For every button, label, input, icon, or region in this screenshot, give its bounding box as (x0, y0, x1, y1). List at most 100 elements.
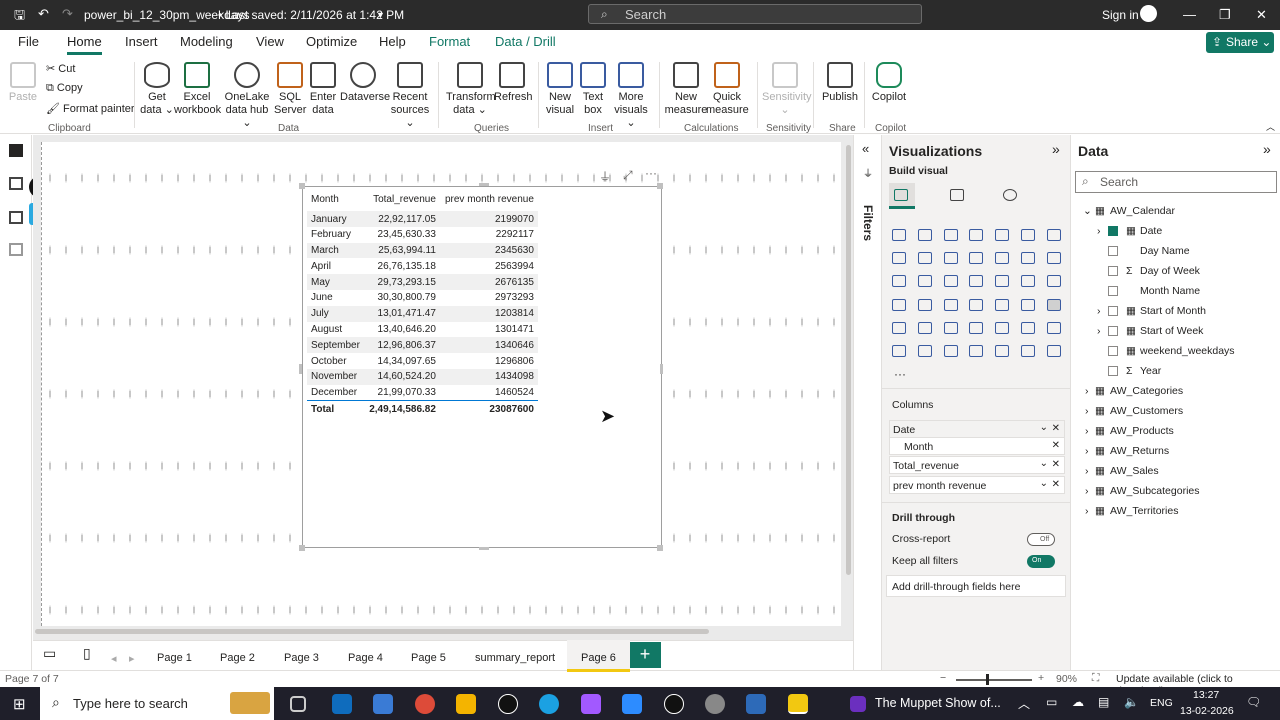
map-icon[interactable] (1021, 275, 1035, 288)
stacked-column-icon[interactable] (917, 229, 932, 241)
volume-icon[interactable]: 🔈 (1124, 695, 1139, 709)
expand-icon[interactable]: › (1085, 505, 1089, 517)
tab-help[interactable]: Help (379, 34, 406, 49)
page-tab-5[interactable]: Page 5 (411, 652, 446, 664)
table-row[interactable]: December 21,99,070.33 1460524 (307, 385, 538, 401)
power-apps-icon[interactable] (943, 345, 958, 357)
maps-icon[interactable] (664, 694, 684, 714)
column-header[interactable]: Month (307, 189, 364, 211)
zoom-in-icon[interactable]: + (1038, 672, 1044, 684)
desktop-layout-icon[interactable]: ▭ (43, 645, 56, 662)
expand-icon[interactable]: › (1085, 445, 1089, 457)
table-view-icon[interactable] (9, 177, 23, 190)
field-checkbox[interactable] (1108, 306, 1118, 316)
windows-start-icon[interactable]: ⊞ (13, 695, 26, 713)
transform-data-button[interactable]: Transform data ⌄ (446, 62, 496, 117)
notifications-icon[interactable]: 🗨 (1246, 695, 1261, 709)
arcgis-icon[interactable] (995, 345, 1010, 357)
outlook-icon[interactable] (332, 694, 352, 714)
table-aw-returns[interactable]: AW_Returns (1110, 445, 1169, 457)
paste-button[interactable]: Paste (8, 62, 38, 104)
location-pin-icon[interactable] (498, 694, 518, 714)
search-input[interactable]: ⌕ Search (588, 4, 922, 24)
redo-icon[interactable]: ↷ (62, 6, 73, 22)
table-row[interactable]: June 30,30,800.79 2973293 (307, 290, 538, 306)
tab-optimize[interactable]: Optimize (306, 34, 357, 49)
pie-icon[interactable] (943, 275, 958, 288)
remove-icon[interactable]: ✕ (1052, 479, 1060, 490)
collapse-ribbon-icon[interactable]: ︿ (1266, 120, 1275, 133)
field-checkbox[interactable] (1108, 266, 1118, 276)
copy-button[interactable]: ⧉ Copy (46, 82, 83, 95)
line-column-icon[interactable] (969, 252, 984, 265)
table-row[interactable]: February 23,45,630.33 2292117 (307, 227, 538, 243)
field-checkbox[interactable] (1108, 366, 1118, 376)
100-area-icon[interactable] (943, 252, 958, 265)
table-aw-categories[interactable]: AW_Categories (1110, 385, 1183, 397)
python-icon[interactable] (943, 321, 958, 334)
refresh-button[interactable]: Refresh (494, 62, 533, 104)
undo-icon[interactable]: ↶ (38, 6, 49, 22)
network-icon[interactable]: ▤ (1098, 695, 1109, 709)
minimize-icon[interactable]: — (1183, 7, 1196, 22)
recent-sources-button[interactable]: Recent sources ⌄ (388, 62, 432, 130)
page-tab-6[interactable]: Page 6 (567, 640, 630, 672)
sensitivity-button[interactable]: Sensitivity ⌄ (762, 62, 812, 117)
expand-icon[interactable]: › (1085, 385, 1089, 397)
stacked-area-icon[interactable] (917, 252, 932, 265)
mobile-layout-icon[interactable]: ▯ (83, 645, 91, 662)
paginated-icon[interactable] (917, 345, 932, 357)
line-clustered-icon[interactable] (995, 252, 1010, 265)
gauge-icon[interactable] (917, 298, 932, 311)
drill-through-dropzone[interactable]: Add drill-through fields here (886, 575, 1066, 597)
zoom-thumb[interactable] (986, 674, 989, 685)
get-data-button[interactable]: Get data ⌄ (140, 62, 174, 117)
power-bi-icon[interactable] (788, 694, 808, 714)
battery-icon[interactable]: ▭ (1046, 695, 1057, 709)
resize-handle[interactable] (299, 545, 305, 551)
report-view-icon[interactable] (9, 144, 23, 157)
close-icon[interactable]: ✕ (1256, 7, 1267, 23)
tab-insert[interactable]: Insert (125, 34, 158, 49)
taskbar-search[interactable]: ⌕ Type here to search (40, 687, 274, 720)
chevron-down-icon[interactable]: ▼ (376, 10, 385, 20)
key-influencers-icon[interactable] (969, 321, 984, 334)
new-visual-button[interactable]: New visual (544, 62, 576, 117)
r-visual-icon[interactable] (917, 321, 932, 334)
field-start-of-month[interactable]: Start of Month (1140, 305, 1206, 317)
expand-icon[interactable]: › (1085, 485, 1089, 497)
field-date[interactable]: Date (1140, 225, 1162, 237)
table-row[interactable]: August 13,40,646.20 1301471 (307, 322, 538, 338)
field-checkbox[interactable] (1108, 326, 1118, 336)
table-row[interactable]: September 12,96,806.37 1340646 (307, 337, 538, 354)
taskbar-media[interactable]: The Muppet Show of... (875, 696, 1001, 710)
field-day-of-week[interactable]: Day of Week (1140, 265, 1200, 277)
table-row[interactable]: October 14,34,097.65 1296806 (307, 353, 538, 369)
model-view-icon[interactable] (9, 211, 23, 224)
matrix-visual[interactable]: Month Total_revenue prev month revenue J… (302, 186, 662, 548)
tab-file[interactable]: File (18, 34, 39, 49)
ribbon-icon[interactable] (1021, 252, 1035, 265)
column-well-date[interactable]: Date ⌄ ✕ (889, 420, 1065, 438)
more-options-icon[interactable]: ··· (645, 166, 657, 180)
decomposition-tree-icon[interactable] (995, 321, 1010, 334)
100-column-icon[interactable] (1021, 229, 1035, 241)
edge-icon[interactable] (539, 694, 559, 714)
100-bar-icon[interactable] (995, 229, 1010, 241)
matrix-icon[interactable] (892, 321, 906, 334)
format-painter-button[interactable]: 🖌 Format painter (46, 102, 135, 115)
table-row[interactable]: January 22,92,117.05 2199070 (307, 211, 538, 227)
field-start-of-week[interactable]: Start of Week (1140, 325, 1203, 337)
expand-filters-icon[interactable]: « (862, 141, 869, 156)
slicer-icon[interactable] (1021, 298, 1035, 311)
analytics-icon[interactable] (1003, 189, 1017, 201)
table-aw-territories[interactable]: AW_Territories (1110, 505, 1178, 517)
table-aw-calendar[interactable]: AW_Calendar (1110, 205, 1175, 217)
narrative-icon[interactable] (1046, 321, 1061, 334)
prev-page-icon[interactable]: ◂ (111, 652, 117, 665)
table-aw-sales[interactable]: AW_Sales (1110, 465, 1159, 477)
avatar-icon[interactable] (1140, 5, 1157, 22)
cross-report-toggle[interactable]: Off (1027, 533, 1055, 546)
field-checkbox[interactable] (1108, 346, 1118, 356)
sign-in-link[interactable]: Sign in (1102, 8, 1139, 22)
